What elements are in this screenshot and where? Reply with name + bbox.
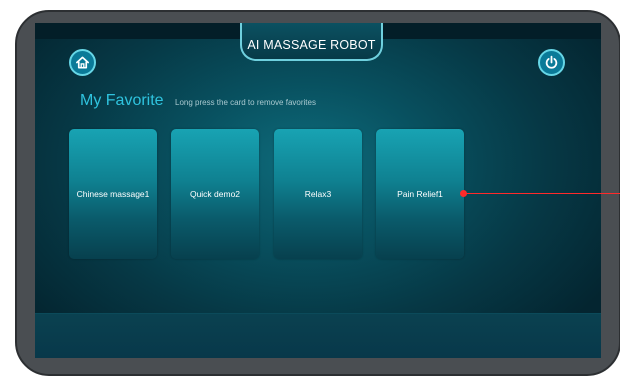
card-label: Pain Relief1 <box>397 189 443 199</box>
favorite-card[interactable]: Quick demo2 <box>171 129 259 259</box>
power-icon <box>545 55 558 69</box>
home-button[interactable] <box>69 49 96 76</box>
card-label: Quick demo2 <box>189 189 241 199</box>
bottom-bar <box>35 313 601 358</box>
app-title: AI MASSAGE ROBOT <box>247 38 376 52</box>
power-button[interactable] <box>538 49 565 76</box>
app-screen: AI MASSAGE ROBOT My Favorite Long press … <box>35 23 601 358</box>
home-icon <box>76 56 89 69</box>
favorites-heading: My Favorite <box>80 92 164 109</box>
card-label: Chinese massage1 <box>76 189 150 199</box>
favorite-card[interactable]: Pain Relief1 <box>376 129 464 259</box>
card-label: Relax3 <box>304 189 332 199</box>
title-tab: AI MASSAGE ROBOT <box>240 23 383 61</box>
favorites-hint: Long press the card to remove favorites <box>175 98 316 107</box>
callout-dot <box>460 190 467 197</box>
favorite-card[interactable]: Chinese massage1 <box>69 129 157 259</box>
favorite-card[interactable]: Relax3 <box>274 129 362 259</box>
callout-line <box>465 193 620 194</box>
